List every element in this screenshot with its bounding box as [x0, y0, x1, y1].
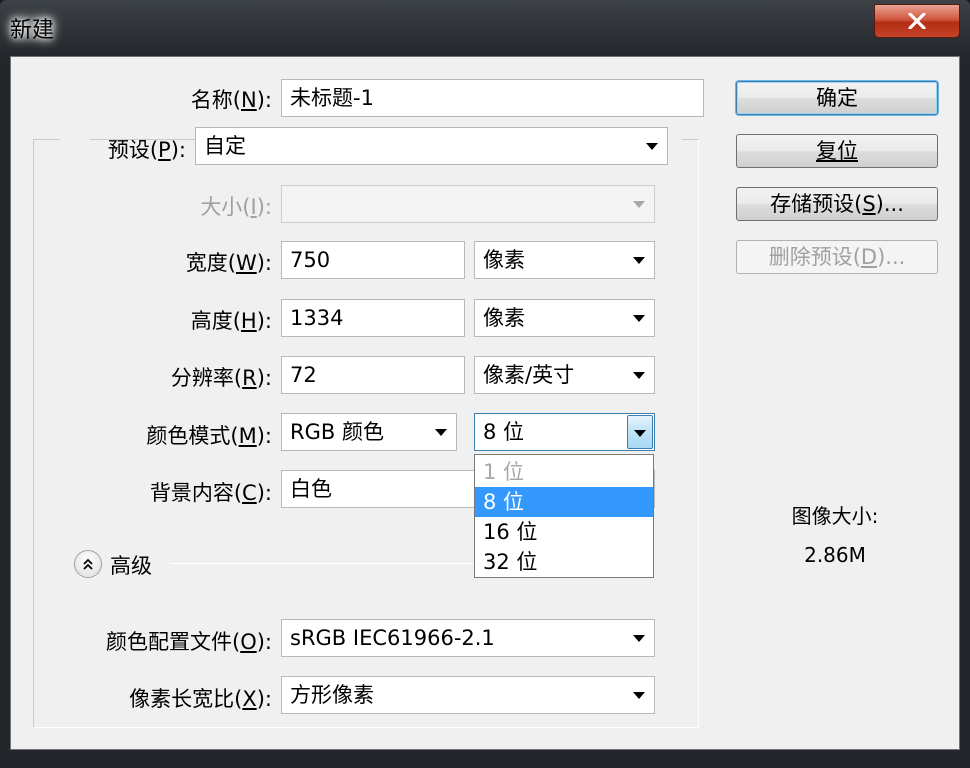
preset-select[interactable]: 自定 [195, 127, 668, 165]
advanced-separator [170, 563, 474, 564]
width-unit-select[interactable]: 像素 [474, 241, 655, 279]
resolution-unit-select[interactable]: 像素/英寸 [474, 356, 655, 394]
chevron-down-icon [633, 201, 645, 208]
preset-label: 预设(P): [107, 138, 186, 162]
chevron-down-icon [633, 372, 645, 379]
color-profile-label: 颜色配置文件(O): [105, 630, 272, 654]
chevron-down-icon [633, 315, 645, 322]
bit-depth-select[interactable]: 8 位 [474, 413, 655, 451]
resolution-input[interactable]: 72 [281, 356, 465, 394]
window-title: 新建 [10, 18, 55, 43]
delete-preset-button: 删除预设(D)... [736, 240, 938, 274]
chevron-down-icon [646, 143, 658, 150]
size-label: 大小(I): [200, 195, 272, 219]
close-icon [908, 13, 926, 29]
bit-depth-option-1: 1 位 [483, 460, 525, 484]
bit-depth-option-8[interactable]: 8 位 [475, 487, 653, 517]
bit-depth-option-16[interactable]: 16 位 [475, 517, 653, 547]
image-size-value: 2.86M [804, 543, 866, 567]
advanced-label: 高级 [110, 554, 152, 578]
image-size-title: 图像大小: [791, 504, 879, 528]
chevron-down-icon [634, 430, 646, 437]
resolution-label: 分辨率(R): [170, 366, 272, 390]
size-select [281, 185, 655, 223]
name-label: 名称(N): [190, 88, 272, 112]
pixel-aspect-select[interactable]: 方形像素 [281, 676, 655, 714]
reset-button[interactable]: 复位 [736, 134, 938, 168]
height-unit-select[interactable]: 像素 [474, 299, 655, 337]
ok-button[interactable]: 确定 [736, 81, 938, 115]
pixel-aspect-label: 像素长宽比(X): [129, 687, 272, 711]
chevron-down-icon [435, 429, 447, 436]
name-input[interactable]: 未标题-1 [281, 79, 704, 117]
save-preset-button[interactable]: 存储预设(S)... [736, 187, 938, 221]
width-input[interactable]: 750 [281, 241, 465, 279]
chevron-double-up-icon [83, 558, 93, 570]
width-label: 宽度(W): [185, 251, 272, 275]
preset-value: 自定 [204, 134, 246, 158]
color-mode-label: 颜色模式(M): [146, 424, 272, 448]
bit-depth-option-32[interactable]: 32 位 [475, 547, 653, 577]
dropdown-button[interactable] [627, 415, 653, 449]
advanced-toggle-button[interactable] [74, 550, 102, 578]
height-label: 高度(H): [190, 309, 272, 333]
close-button[interactable] [874, 4, 960, 38]
chevron-down-icon [633, 635, 645, 642]
chevron-down-icon [633, 257, 645, 264]
background-label: 背景内容(C): [149, 481, 272, 505]
height-input[interactable]: 1334 [281, 299, 465, 337]
chevron-down-icon [633, 692, 645, 699]
bit-depth-list: 1 位 8 位 16 位 32 位 [474, 454, 654, 578]
color-mode-select[interactable]: RGB 颜色 [281, 413, 457, 451]
color-profile-select[interactable]: sRGB IEC61966-2.1 [281, 619, 655, 657]
